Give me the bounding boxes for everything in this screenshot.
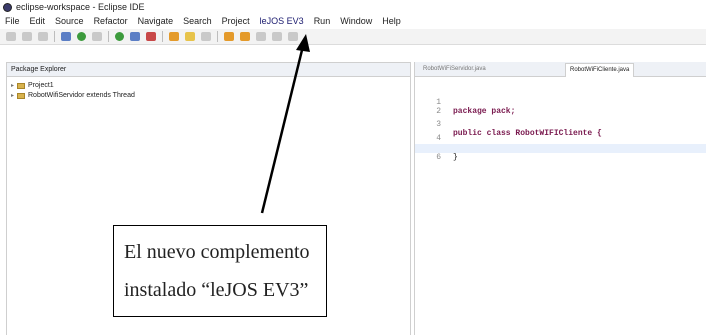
code-line: 5 }	[415, 135, 706, 162]
annotation-callout: El nuevo complemento instalado “leJOS EV…	[113, 225, 327, 317]
menu-window[interactable]: Window	[335, 14, 377, 29]
code-editor[interactable]: 1 package pack; 2 3 public class RobotWI…	[415, 77, 706, 335]
project-folder-icon	[17, 93, 25, 99]
line-number: 6	[436, 153, 441, 162]
current-code-line: 6	[415, 144, 706, 162]
editor-tab-robotwificliente[interactable]: RobotWiFiCliente.java	[565, 63, 635, 77]
forward-icon[interactable]	[272, 32, 282, 41]
menu-bar: File Edit Source Refactor Navigate Searc…	[0, 14, 706, 29]
annotation-line-1: El nuevo complemento	[124, 241, 310, 263]
toolbar-separator	[54, 31, 55, 42]
annotation-line-2: instalado “leJOS EV3”	[124, 279, 309, 301]
code-text: }	[453, 153, 458, 162]
new-class-icon[interactable]	[146, 32, 156, 41]
prev-annotation-icon[interactable]	[240, 32, 250, 41]
code-line: 2	[415, 98, 706, 116]
menu-file[interactable]: File	[0, 14, 25, 29]
package-explorer-tab-label: Package Explorer	[11, 65, 67, 73]
next-annotation-icon[interactable]	[224, 32, 234, 41]
save-all-icon[interactable]	[38, 32, 48, 41]
code-line: 4	[415, 125, 706, 143]
external-tools-icon[interactable]	[92, 32, 102, 41]
toolbar-separator	[108, 31, 109, 42]
window-title: eclipse-workspace - Eclipse IDE	[16, 2, 145, 12]
menu-refactor[interactable]: Refactor	[89, 14, 133, 29]
new-icon[interactable]	[6, 32, 16, 41]
eclipse-icon	[3, 2, 12, 12]
title-bar: eclipse-workspace - Eclipse IDE	[0, 0, 706, 14]
search-icon[interactable]	[185, 32, 195, 41]
main-toolbar	[0, 29, 706, 45]
code-line: 3 public class RobotWIFICliente {	[415, 111, 706, 138]
tree-item-project1[interactable]: ▸ Project1	[11, 81, 135, 91]
menu-navigate[interactable]: Navigate	[133, 14, 179, 29]
toolbar-separator	[162, 31, 163, 42]
new-package-icon[interactable]	[130, 32, 140, 41]
editor-tab-robotwifiservidor[interactable]: RobotWiFiServidor.java	[419, 63, 490, 76]
package-explorer-tab[interactable]: Package Explorer	[7, 63, 410, 77]
editor-area: RobotWiFiServidor.java RobotWiFiCliente.…	[414, 62, 706, 335]
run-icon[interactable]	[77, 32, 86, 41]
menu-source[interactable]: Source	[50, 14, 89, 29]
menu-project[interactable]: Project	[217, 14, 255, 29]
menu-search[interactable]: Search	[178, 14, 217, 29]
tree-item-label: Project1	[28, 82, 54, 89]
annotation-icon[interactable]	[201, 32, 211, 41]
menu-lejos-ev3[interactable]: leJOS EV3	[255, 14, 309, 29]
tree-item-label: RobotWifiServidor extends Thread	[28, 92, 135, 99]
save-icon[interactable]	[22, 32, 32, 41]
menu-run[interactable]: Run	[309, 14, 336, 29]
menu-edit[interactable]: Edit	[25, 14, 51, 29]
debug-icon[interactable]	[61, 32, 71, 41]
pin-icon[interactable]	[288, 32, 298, 41]
code-line: 1 package pack;	[415, 89, 706, 116]
project-tree: ▸ Project1 ▸ RobotWifiServidor extends T…	[11, 81, 135, 101]
editor-tab-bar: RobotWiFiServidor.java RobotWiFiCliente.…	[415, 62, 706, 77]
menu-help[interactable]: Help	[377, 14, 406, 29]
back-icon[interactable]	[256, 32, 266, 41]
toolbar-separator	[217, 31, 218, 42]
open-type-icon[interactable]	[169, 32, 179, 41]
tree-item-robotwifiservidor[interactable]: ▸ RobotWifiServidor extends Thread	[11, 91, 135, 101]
new-java-project-icon[interactable]	[115, 32, 124, 41]
project-folder-icon	[17, 83, 25, 89]
